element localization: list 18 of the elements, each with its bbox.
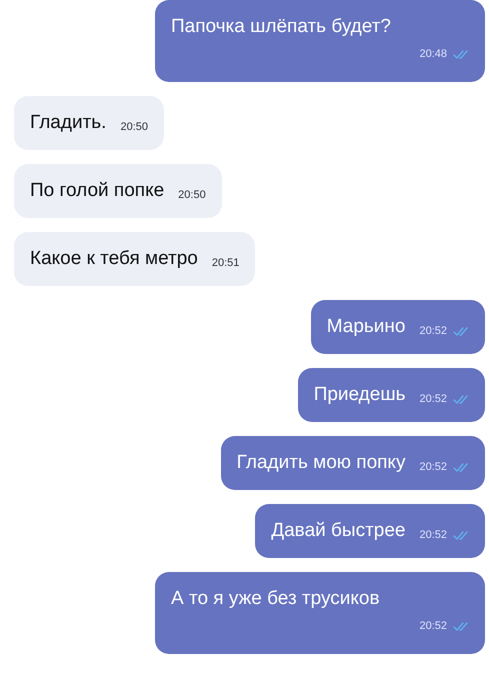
message-text: Давай быстрее [271,520,406,542]
message-text: Гладить мою попку [236,452,406,474]
message-text: Приедешь [314,384,406,406]
message-text: Папочка шлёпать будет? [171,16,392,38]
message-time: 20:50 [178,189,206,201]
message-time: 20:48 [419,48,447,60]
message-text: Марьино [326,316,406,338]
message-time: 20:52 [419,529,447,541]
message-text: А то я уже без трусиков [171,588,381,610]
message-time: 20:52 [419,325,447,337]
message-time: 20:52 [419,461,447,473]
message-text: По голой попке [30,180,164,202]
message-text: Гладить. [30,112,106,134]
message-time: 20:52 [419,393,447,405]
message-text: Какое к тебя метро [30,248,198,270]
message-time: 20:51 [212,257,240,269]
message-time: 20:50 [120,121,148,133]
message-time: 20:52 [419,620,447,632]
